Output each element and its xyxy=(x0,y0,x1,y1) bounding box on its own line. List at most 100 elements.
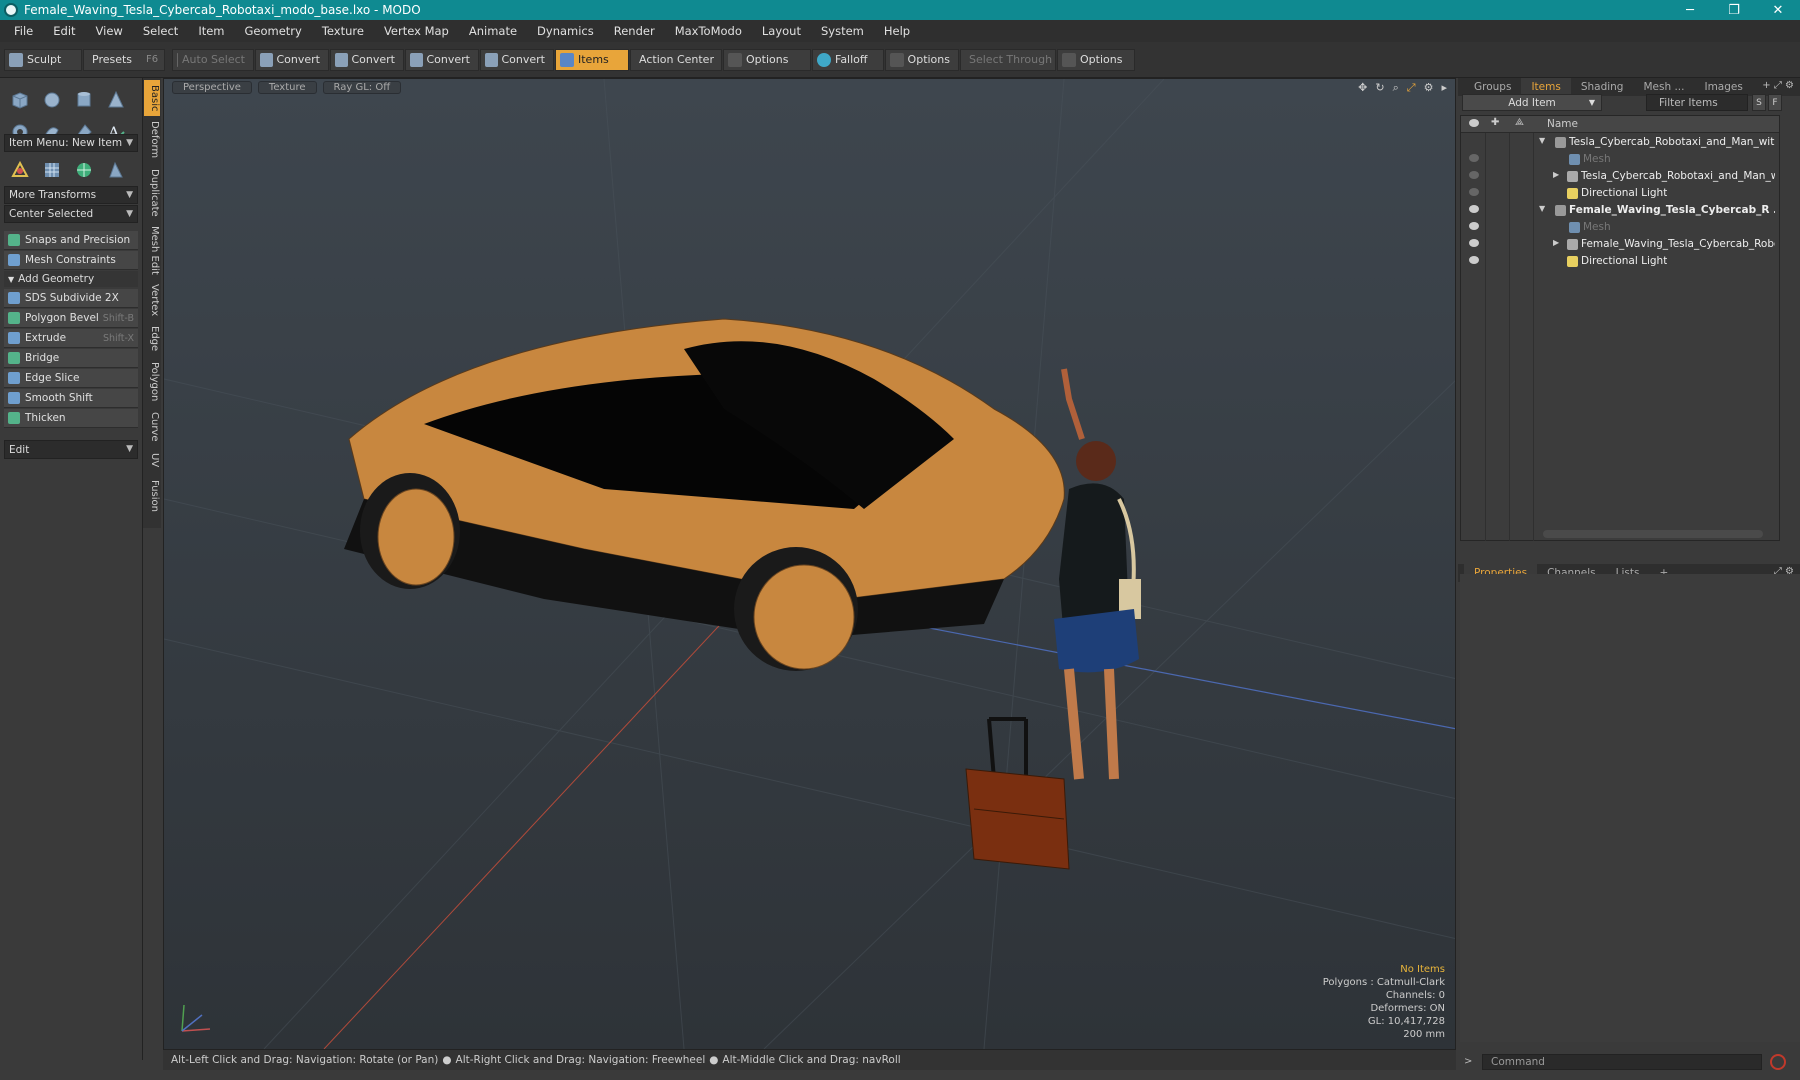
menu-geometry[interactable]: Geometry xyxy=(235,24,312,38)
tree-row-scene-2[interactable]: ▼ Female_Waving_Tesla_Cybercab_R ... xyxy=(1461,202,1779,219)
tab-fusion[interactable]: Fusion xyxy=(144,476,160,516)
command-record-icon[interactable] xyxy=(1770,1054,1786,1070)
sphere-primitive-button[interactable] xyxy=(36,84,68,116)
menu-help[interactable]: Help xyxy=(874,24,920,38)
triangle-right-icon[interactable]: ▶ xyxy=(1553,170,1559,179)
filter-s-button[interactable]: S xyxy=(1752,94,1766,111)
auto-select-button[interactable]: Auto Select xyxy=(172,48,254,71)
tab-polygon[interactable]: Polygon xyxy=(144,360,160,404)
menu-select[interactable]: Select xyxy=(133,24,188,38)
polygon-bevel-button[interactable]: Polygon Bevel Shift-B xyxy=(4,309,138,328)
shading-chip[interactable]: Texture xyxy=(257,80,317,94)
visibility-eye-icon[interactable] xyxy=(1469,222,1479,230)
menu-layout[interactable]: Layout xyxy=(752,24,811,38)
snaps-precision-button[interactable]: Snaps and Precision xyxy=(4,231,138,250)
sculpt-button[interactable]: Sculpt xyxy=(4,48,82,71)
play-icon[interactable]: ▸ xyxy=(1441,81,1447,95)
menu-edit[interactable]: Edit xyxy=(43,24,85,38)
gear-icon[interactable]: ⚙ xyxy=(1424,81,1434,95)
menu-view[interactable]: View xyxy=(86,24,133,38)
edge-slice-button[interactable]: Edge Slice xyxy=(4,369,138,388)
visibility-eye-icon[interactable] xyxy=(1469,171,1479,179)
item-menu-dropdown[interactable]: Item Menu: New Item ▼ xyxy=(4,134,138,152)
filter-f-button[interactable]: F xyxy=(1768,94,1782,111)
pan-icon[interactable]: ✥ xyxy=(1358,81,1367,95)
visibility-eye-icon[interactable] xyxy=(1469,188,1479,196)
visibility-eye-icon[interactable] xyxy=(1469,256,1479,264)
tab-mesh-edit[interactable]: Mesh Edit xyxy=(144,224,160,276)
extrude-button[interactable]: Extrude Shift-X xyxy=(4,329,138,348)
tree-row-mesh-2[interactable]: Mesh xyxy=(1461,219,1779,236)
minimize-button[interactable]: ─ xyxy=(1668,0,1712,20)
command-input[interactable]: Command xyxy=(1482,1054,1762,1070)
view-type-chip[interactable]: Perspective xyxy=(172,80,252,94)
tab-deform[interactable]: Deform xyxy=(144,120,160,160)
smooth-shift-button[interactable]: Smooth Shift xyxy=(4,389,138,408)
maximize-viewport-icon[interactable]: ⤢ xyxy=(1407,81,1416,95)
menu-animate[interactable]: Animate xyxy=(459,24,527,38)
convert-edges-button[interactable]: Convert xyxy=(330,48,404,71)
menu-maxtomodo[interactable]: MaxToModo xyxy=(665,24,752,38)
select-through-button[interactable]: Select Through xyxy=(960,48,1056,71)
menu-vertex-map[interactable]: Vertex Map xyxy=(374,24,459,38)
tree-row-mesh-1[interactable]: Mesh xyxy=(1461,151,1779,168)
menu-system[interactable]: System xyxy=(811,24,874,38)
menu-render[interactable]: Render xyxy=(604,24,665,38)
action-center-options-button[interactable]: Options xyxy=(723,48,811,71)
visibility-eye-icon[interactable] xyxy=(1469,154,1479,162)
presets-button[interactable]: Presets F6 xyxy=(83,48,165,71)
sds-subdivide-button[interactable]: SDS Subdivide 2X xyxy=(4,289,138,308)
center-selected-dropdown[interactable]: Center Selected ▼ xyxy=(4,205,138,223)
menu-file[interactable]: File xyxy=(4,24,43,38)
mesh-constraints-button[interactable]: Mesh Constraints xyxy=(4,251,138,270)
edit-dropdown[interactable]: Edit ▼ xyxy=(4,440,138,459)
horizontal-scrollbar[interactable] xyxy=(1543,530,1763,538)
tab-uv[interactable]: UV xyxy=(144,448,160,472)
triangle-right-icon[interactable]: ▶ xyxy=(1553,238,1559,247)
thicken-button[interactable]: Thicken xyxy=(4,409,138,428)
tab-basic[interactable]: Basic xyxy=(144,80,160,116)
menu-texture[interactable]: Texture xyxy=(312,24,374,38)
close-button[interactable]: ✕ xyxy=(1756,0,1800,20)
tab-vertex[interactable]: Vertex xyxy=(144,282,160,318)
select-through-options-button[interactable]: Options xyxy=(1057,48,1135,71)
shear-button[interactable] xyxy=(100,154,132,186)
tree-row-scene-1[interactable]: ▼ Tesla_Cybercab_Robotaxi_and_Man_with_.… xyxy=(1461,134,1779,151)
maximize-button[interactable]: ❐ xyxy=(1712,0,1756,20)
more-transforms-dropdown[interactable]: More Transforms ▼ xyxy=(4,186,138,204)
raygl-chip[interactable]: Ray GL: Off xyxy=(322,80,402,94)
add-geometry-section[interactable]: ▼ Add Geometry xyxy=(4,271,138,287)
cone-primitive-button[interactable] xyxy=(100,84,132,116)
menu-item[interactable]: Item xyxy=(188,24,234,38)
tree-row-light-1[interactable]: Directional Light xyxy=(1461,185,1779,202)
transform-gizmo-button[interactable] xyxy=(4,154,36,186)
cube-primitive-button[interactable] xyxy=(4,84,36,116)
convert-vertices-button[interactable]: Convert xyxy=(255,48,329,71)
bridge-button[interactable]: Bridge xyxy=(4,349,138,368)
action-center-button[interactable]: Action Center xyxy=(630,48,722,71)
tree-row-light-2[interactable]: Directional Light xyxy=(1461,253,1779,270)
panel-options-icons[interactable]: + ⤢ ⚙ xyxy=(1762,80,1794,91)
tab-duplicate[interactable]: Duplicate xyxy=(144,166,160,220)
convert-polygons-button[interactable]: Convert xyxy=(405,48,479,71)
visibility-eye-icon[interactable] xyxy=(1469,205,1479,213)
items-mode-button[interactable]: Items xyxy=(555,48,629,71)
globe-button[interactable] xyxy=(68,154,100,186)
falloff-options-button[interactable]: Options xyxy=(885,48,959,71)
name-column-header[interactable]: Name xyxy=(1547,118,1578,130)
cylinder-primitive-button[interactable] xyxy=(68,84,100,116)
filter-items-input[interactable]: Filter Items xyxy=(1646,94,1748,111)
add-item-button[interactable]: Add Item ▼ xyxy=(1462,94,1602,111)
3d-viewport[interactable]: Perspective Texture Ray GL: Off ✥ ↻ ⌕ ⤢ … xyxy=(163,78,1456,1050)
menu-dynamics[interactable]: Dynamics xyxy=(527,24,604,38)
visibility-eye-icon[interactable] xyxy=(1469,239,1479,247)
tree-row-group-2[interactable]: ▶ Female_Waving_Tesla_Cybercab_Robot ... xyxy=(1461,236,1779,253)
grid-button[interactable] xyxy=(36,154,68,186)
rotate-icon[interactable]: ↻ xyxy=(1375,81,1384,95)
command-history-icon[interactable]: > xyxy=(1464,1056,1472,1067)
triangle-down-icon[interactable]: ▼ xyxy=(1539,136,1545,145)
tab-curve[interactable]: Curve xyxy=(144,410,160,444)
convert-materials-button[interactable]: Convert xyxy=(480,48,554,71)
triangle-down-icon[interactable]: ▼ xyxy=(1539,204,1545,213)
falloff-button[interactable]: Falloff xyxy=(812,48,884,71)
